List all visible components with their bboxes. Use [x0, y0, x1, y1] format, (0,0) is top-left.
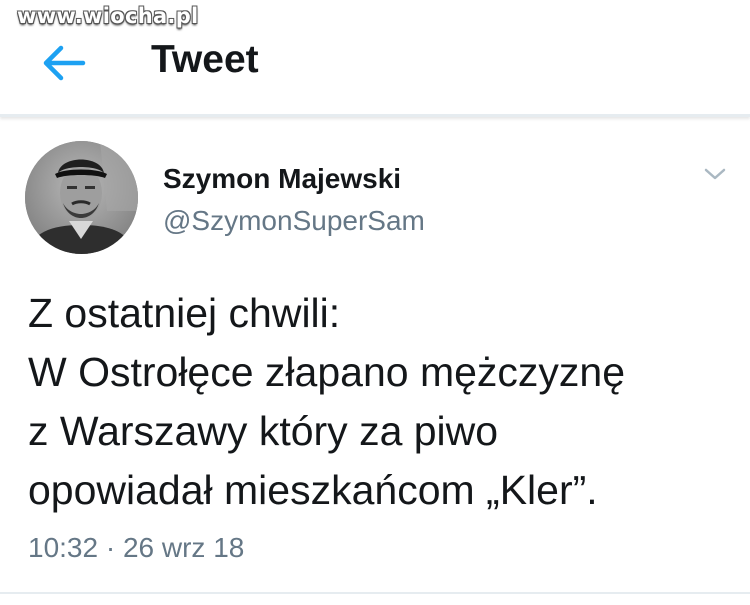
tweet-text-line: Z ostatniej chwili:	[28, 290, 341, 336]
author-name[interactable]: Szymon Majewski	[163, 163, 401, 195]
author-handle[interactable]: @SzymonSuperSam	[163, 205, 425, 237]
tweet-text: Z ostatniej chwili: W Ostrołęce złapano …	[28, 284, 733, 520]
divider	[0, 592, 750, 594]
tweet-text-line: opowiadał mieszkańcom „Kler”.	[28, 467, 598, 513]
back-button[interactable]	[35, 40, 91, 86]
avatar-photo	[25, 141, 138, 254]
tweet-menu-button[interactable]	[700, 162, 730, 186]
tweet-text-line: z Warszawy który za piwo	[28, 408, 499, 454]
tweet-timestamp[interactable]: 10:32 · 26 wrz 18	[28, 532, 244, 564]
page-title: Tweet	[151, 38, 259, 81]
avatar[interactable]	[25, 141, 138, 254]
tweet-text-line: W Ostrołęce złapano mężczyznę	[28, 349, 626, 395]
chevron-down-icon	[704, 168, 726, 180]
watermark: www.wiocha.pl	[17, 4, 199, 28]
arrow-left-icon	[43, 45, 86, 81]
